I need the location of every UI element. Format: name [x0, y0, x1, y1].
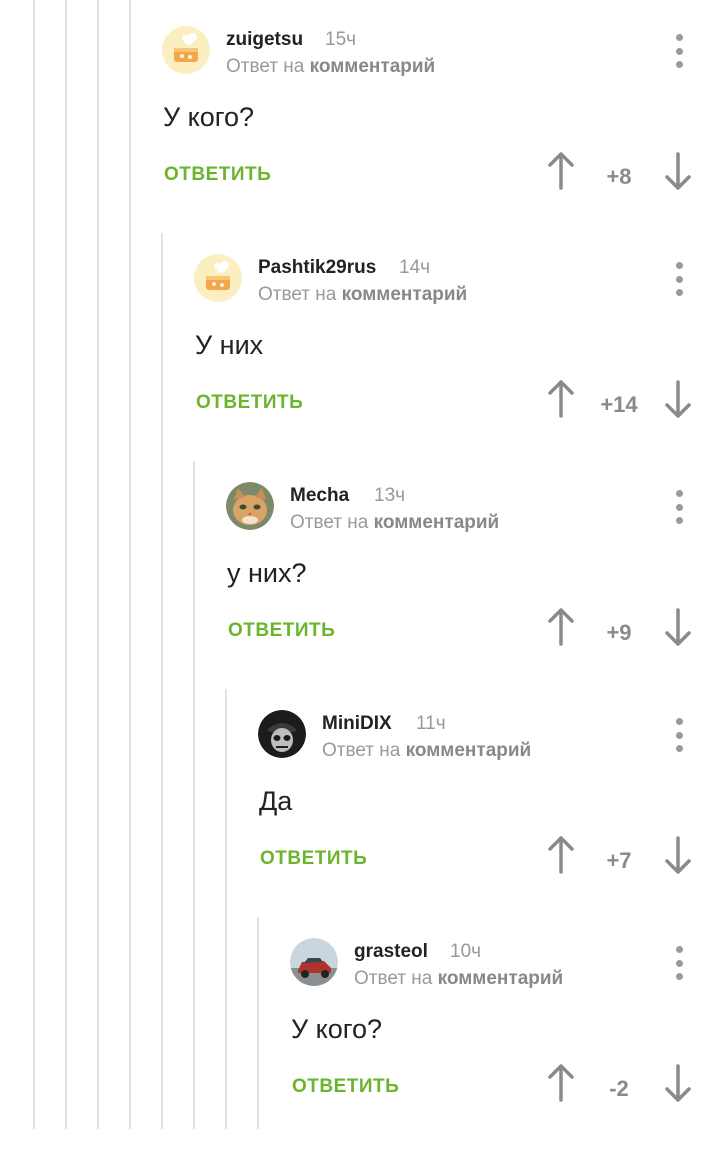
comment: zuigetsu 15ч Ответ на комментарий У кого… — [0, 26, 720, 254]
comment-time: 13ч — [374, 485, 406, 506]
upvote-arrow-icon[interactable] — [546, 380, 576, 418]
avatar[interactable] — [226, 482, 274, 530]
comment-time: 14ч — [399, 257, 431, 278]
reply-button[interactable]: ОТВЕТИТЬ — [164, 164, 271, 186]
reply-to-prefix: Ответ на — [322, 740, 401, 761]
reply-to-line: Ответ на комментарий — [322, 740, 531, 762]
avatar[interactable] — [162, 26, 210, 74]
reply-to-link[interactable]: комментарий — [342, 284, 468, 305]
reply-to-line: Ответ на комментарий — [258, 284, 467, 306]
reply-to-link[interactable]: комментарий — [406, 740, 532, 761]
comment-time: 15ч — [325, 29, 357, 50]
reply-to-link[interactable]: комментарий — [438, 968, 564, 989]
upvote-arrow-icon[interactable] — [546, 1064, 576, 1102]
more-options-icon[interactable] — [674, 262, 684, 296]
comment-author[interactable]: MiniDIX — [322, 713, 392, 735]
comment-author[interactable]: grasteol — [354, 941, 428, 963]
reply-button[interactable]: ОТВЕТИТЬ — [292, 1076, 399, 1098]
downvote-arrow-icon[interactable] — [663, 152, 693, 190]
cake-avatar-icon — [162, 26, 210, 74]
comment: grasteol 10ч Ответ на комментарий У кого… — [0, 938, 720, 1166]
more-options-icon[interactable] — [674, 34, 684, 68]
comment: Mecha 13ч Ответ на комментарий у них? ОТ… — [0, 482, 720, 710]
comment-rating: +9 — [606, 620, 632, 645]
reply-button[interactable]: ОТВЕТИТЬ — [228, 620, 335, 642]
comment-text: Да — [259, 786, 293, 816]
reply-to-prefix: Ответ на — [258, 284, 337, 305]
comment-text: У кого? — [291, 1014, 383, 1044]
comment-time: 10ч — [450, 941, 482, 962]
reply-to-prefix: Ответ на — [354, 968, 433, 989]
avatar[interactable] — [194, 254, 242, 302]
comment-text: У них — [195, 330, 264, 360]
downvote-arrow-icon[interactable] — [663, 380, 693, 418]
more-options-icon[interactable] — [674, 718, 684, 752]
avatar[interactable] — [290, 938, 338, 986]
reply-button[interactable]: ОТВЕТИТЬ — [260, 848, 367, 870]
comment-rating: +14 — [600, 392, 638, 417]
comment-text: У кого? — [163, 102, 255, 132]
reply-button[interactable]: ОТВЕТИТЬ — [196, 392, 303, 414]
upvote-arrow-icon[interactable] — [546, 152, 576, 190]
reply-to-link[interactable]: комментарий — [374, 512, 500, 533]
cat-avatar-icon — [226, 482, 274, 530]
downvote-arrow-icon[interactable] — [663, 608, 693, 646]
comment-author[interactable]: Pashtik29rus — [258, 257, 376, 279]
cake-avatar-icon — [194, 254, 242, 302]
comment-rating: +7 — [606, 848, 632, 873]
reply-to-prefix: Ответ на — [226, 56, 305, 77]
reply-to-line: Ответ на комментарий — [226, 56, 435, 78]
comment-rating: -2 — [609, 1076, 629, 1101]
avatar[interactable] — [258, 710, 306, 758]
comment-author[interactable]: zuigetsu — [226, 29, 303, 51]
comment: Pashtik29rus 14ч Ответ на комментарий У … — [0, 254, 720, 482]
comment-rating: +8 — [606, 164, 632, 189]
car-avatar-icon — [290, 938, 338, 986]
downvote-arrow-icon[interactable] — [663, 1064, 693, 1102]
skull-avatar-icon — [258, 710, 306, 758]
comment-author[interactable]: Mecha — [290, 485, 349, 507]
upvote-arrow-icon[interactable] — [546, 836, 576, 874]
comment-text: у них? — [227, 558, 307, 588]
reply-to-line: Ответ на комментарий — [290, 512, 499, 534]
reply-to-line: Ответ на комментарий — [354, 968, 563, 990]
upvote-arrow-icon[interactable] — [546, 608, 576, 646]
reply-to-link[interactable]: комментарий — [310, 56, 436, 77]
reply-to-prefix: Ответ на — [290, 512, 369, 533]
more-options-icon[interactable] — [674, 946, 684, 980]
downvote-arrow-icon[interactable] — [663, 836, 693, 874]
comment: MiniDIX 11ч Ответ на комментарий Да ОТВЕ… — [0, 710, 720, 938]
comment-time: 11ч — [416, 713, 446, 734]
more-options-icon[interactable] — [674, 490, 684, 524]
